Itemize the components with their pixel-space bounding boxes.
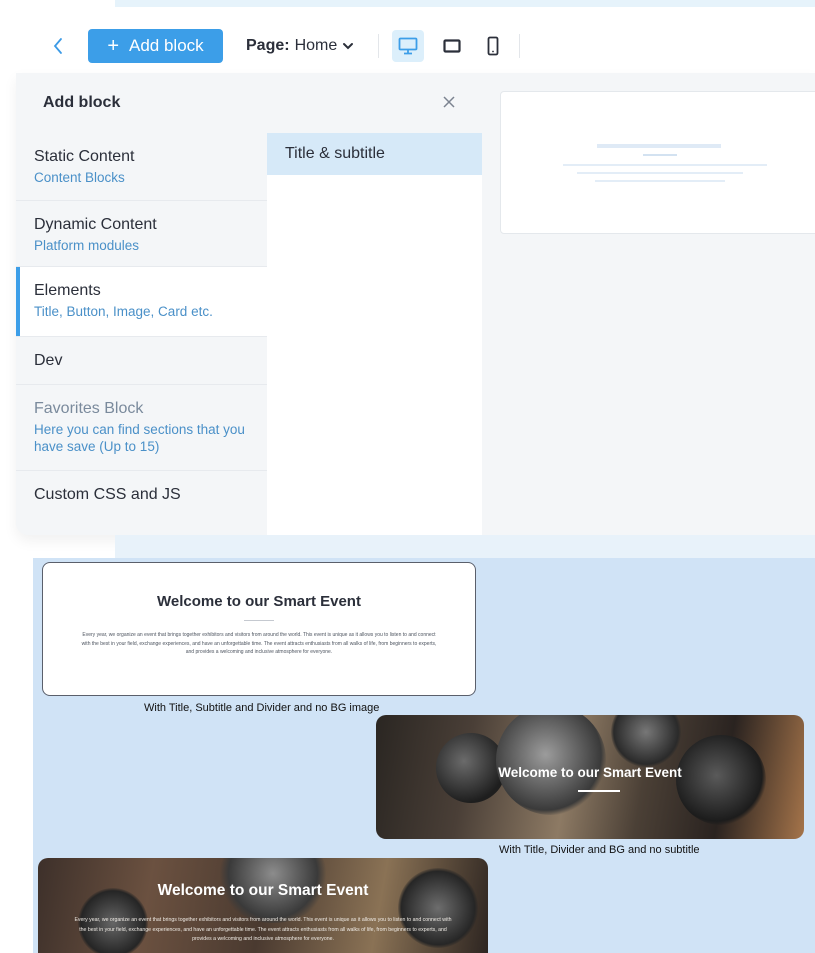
toolbar-divider-end — [519, 34, 520, 58]
editor-toolbar: + Add block Page: Home — [16, 18, 815, 73]
tablet-icon — [443, 39, 461, 53]
preview-title-line — [597, 144, 721, 148]
close-button[interactable] — [438, 91, 460, 113]
mic-image — [676, 735, 766, 825]
panel-header: Add block — [16, 73, 482, 133]
variant-subtitle: Every year, we organize an event that br… — [74, 917, 452, 942]
page-value: Home — [294, 37, 338, 54]
variant-divider — [578, 790, 620, 792]
category-dev[interactable]: Dev — [16, 337, 267, 385]
close-icon — [443, 96, 455, 108]
category-title: Favorites Block — [34, 400, 144, 417]
category-dynamic-content[interactable]: Dynamic Content Platform modules — [16, 201, 267, 267]
category-subtitle: Title, Button, Image, Card etc. — [34, 304, 213, 319]
category-title: Elements — [34, 282, 101, 299]
variant-card-bg-full: Welcome to our Smart Event Every year, w… — [38, 858, 488, 953]
page-label: Page: — [246, 37, 290, 54]
preview-text-line — [595, 180, 725, 182]
mic-image — [611, 715, 681, 767]
mobile-view-button[interactable] — [477, 30, 509, 62]
chevron-down-icon — [343, 43, 354, 50]
block-list: Title & subtitle — [267, 133, 482, 535]
tablet-view-button[interactable] — [436, 30, 468, 62]
chevron-left-icon — [53, 38, 62, 54]
variant-subtitle: Every year, we organize an event that br… — [81, 632, 437, 655]
toolbar-divider — [378, 34, 379, 58]
variant-divider — [244, 620, 274, 621]
variant-caption: With Title, Divider and BG and no subtit… — [499, 844, 700, 856]
category-static-content[interactable]: Static Content Content Blocks — [16, 133, 267, 201]
preview-area — [482, 73, 815, 535]
category-custom-css-js[interactable]: Custom CSS and JS — [16, 471, 267, 531]
showcase-top-strip — [115, 535, 815, 558]
mobile-icon — [487, 36, 499, 56]
variant-card-no-bg: Welcome to our Smart Event Every year, w… — [42, 562, 476, 696]
category-subtitle: Platform modules — [34, 238, 140, 253]
back-button[interactable] — [46, 32, 70, 60]
desktop-icon — [398, 37, 418, 55]
desktop-view-button[interactable] — [392, 30, 424, 62]
add-block-label: Add block — [129, 36, 204, 55]
preview-divider-line — [643, 154, 677, 156]
category-title: Custom CSS and JS — [34, 486, 181, 503]
category-title: Dynamic Content — [34, 216, 157, 233]
category-title: Static Content — [34, 148, 135, 165]
panel-title: Add block — [43, 94, 121, 111]
add-block-button[interactable]: + Add block — [88, 29, 223, 63]
variant-title: Welcome to our Smart Event — [157, 593, 361, 610]
block-preview-thumbnail[interactable] — [500, 91, 815, 234]
variant-caption: With Title, Subtitle and Divider and no … — [144, 702, 380, 714]
category-favorites-block[interactable]: Favorites Block Here you can find sectio… — [16, 385, 267, 471]
preview-text-line — [563, 164, 767, 166]
variant-card-bg-no-subtitle: Welcome to our Smart Event — [376, 715, 804, 839]
preview-text-line — [577, 172, 743, 174]
page-select[interactable]: Page: Home — [246, 32, 354, 60]
add-block-panel: Add block Static Content Content Blocks … — [16, 73, 815, 535]
variant-title: Welcome to our Smart Event — [498, 765, 682, 780]
block-title-subtitle[interactable]: Title & subtitle — [267, 133, 482, 175]
category-subtitle: Here you can find sections that you have… — [34, 422, 245, 454]
category-list: Static Content Content Blocks Dynamic Co… — [16, 133, 267, 535]
category-subtitle: Content Blocks — [34, 170, 125, 185]
variant-title: Welcome to our Smart Event — [157, 882, 369, 899]
plus-icon: + — [107, 35, 119, 57]
top-strip — [115, 0, 815, 7]
category-title: Dev — [34, 352, 63, 369]
category-elements[interactable]: Elements Title, Button, Image, Card etc. — [16, 267, 267, 337]
